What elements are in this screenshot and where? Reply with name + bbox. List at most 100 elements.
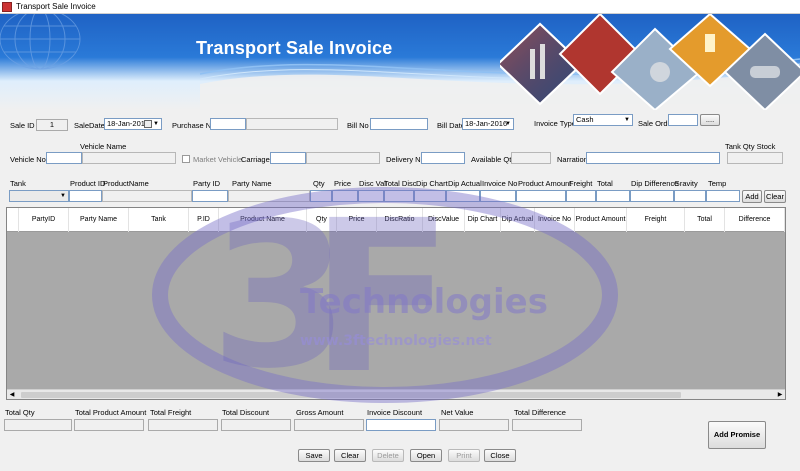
chevron-down-icon[interactable]: ▼: [152, 119, 160, 129]
tank-qty-stock-field: [727, 152, 783, 164]
purchase-no-input[interactable]: [210, 118, 246, 130]
col-difference[interactable]: Difference: [725, 208, 785, 232]
col-product-name[interactable]: Product Name: [219, 208, 307, 232]
dip-actual-input[interactable]: [446, 190, 480, 202]
total-difference-label: Total Difference: [514, 408, 566, 417]
qty-input[interactable]: [310, 190, 332, 202]
sale-date-value: 18-Jan-2016: [107, 119, 150, 128]
disc-val-input[interactable]: [358, 190, 384, 202]
carriage-input[interactable]: [270, 152, 306, 164]
scroll-right-icon[interactable]: ▶: [775, 390, 785, 399]
net-value-label: Net Value: [441, 408, 474, 417]
save-button[interactable]: Save: [298, 449, 330, 462]
sale-id-field: 1: [36, 119, 68, 131]
delivery-no-input[interactable]: [421, 152, 465, 164]
chevron-down-icon[interactable]: ▼: [623, 115, 631, 125]
entry-product-name-label: ProductName: [103, 179, 149, 188]
col-disc-value[interactable]: DiscValue: [423, 208, 465, 232]
fuel-photos-graphic: [500, 14, 800, 110]
bill-date-picker[interactable]: 18-Jan-2016 ▼: [462, 118, 514, 130]
entry-party-id-label: Party ID: [193, 179, 221, 188]
market-vehicle-checkbox[interactable]: [182, 155, 190, 163]
bill-date-value: 18-Jan-2016: [465, 119, 508, 128]
market-vehicle-label: Market Vehicle: [193, 155, 243, 164]
invoice-discount-label: Invoice Discount: [367, 408, 423, 417]
add-promise-button[interactable]: Add Promise: [708, 421, 766, 449]
product-id-input[interactable]: [69, 190, 102, 202]
open-button[interactable]: Open: [410, 449, 442, 462]
col-dip-actual[interactable]: Dip Actual: [501, 208, 535, 232]
grid-horizontal-scrollbar[interactable]: ◀ ▶: [7, 389, 785, 399]
vehicle-name-field: [82, 152, 176, 164]
gross-amount-field: [294, 419, 364, 431]
col-party-name[interactable]: Party Name: [69, 208, 129, 232]
window-titlebar: Transport Sale Invoice: [0, 0, 800, 14]
narration-input[interactable]: [586, 152, 720, 164]
price-input[interactable]: [332, 190, 358, 202]
dip-chart-input[interactable]: [414, 190, 446, 202]
sale-order-input[interactable]: [668, 114, 698, 126]
available-qty-field: [511, 152, 551, 164]
carriage-name-field: [306, 152, 380, 164]
col-product-amount[interactable]: Product Amount: [575, 208, 627, 232]
watermark-website: www.3ftechnologies.net: [300, 333, 492, 349]
chevron-down-icon[interactable]: ▼: [504, 119, 512, 129]
clear-button[interactable]: Clear: [334, 449, 366, 462]
temp-input[interactable]: [706, 190, 740, 202]
app-icon: [2, 2, 12, 12]
total-discount-label: Total Discount: [222, 408, 270, 417]
freight-input[interactable]: [566, 190, 596, 202]
tank-qty-stock-label: Tank Qty Stock: [725, 142, 776, 151]
globe-graphic: [0, 14, 81, 70]
gross-amount-label: Gross Amount: [296, 408, 344, 417]
invoice-no-input[interactable]: [480, 190, 516, 202]
sale-id-label: Sale ID: [10, 121, 35, 130]
col-price[interactable]: Price: [337, 208, 377, 232]
delete-button[interactable]: Delete: [372, 449, 404, 462]
invoice-discount-input[interactable]: [366, 419, 436, 431]
tank-select[interactable]: ▼: [9, 190, 69, 202]
sale-order-browse-button[interactable]: ....: [700, 114, 720, 126]
chevron-down-icon[interactable]: ▼: [59, 191, 67, 201]
entry-price-label: Price: [334, 179, 352, 188]
sale-date-picker[interactable]: 18-Jan-2016 ▼: [104, 118, 162, 130]
col-freight[interactable]: Freight: [627, 208, 685, 232]
scrollbar-thumb[interactable]: [21, 392, 681, 398]
window-title: Transport Sale Invoice: [16, 2, 96, 11]
col-invoice-no[interactable]: Invoice No: [535, 208, 575, 232]
vehicle-name-label: Vehicle Name: [80, 142, 127, 151]
party-name-field: [228, 190, 310, 202]
close-button[interactable]: Close: [484, 449, 516, 462]
calendar-icon[interactable]: [144, 120, 152, 128]
clear-row-button[interactable]: Clear: [764, 190, 786, 203]
add-row-button[interactable]: Add: [742, 190, 762, 203]
col-product-id[interactable]: P.ID: [189, 208, 219, 232]
scroll-left-icon[interactable]: ◀: [7, 390, 17, 399]
entry-total-label: Total: [597, 179, 613, 188]
invoice-type-select[interactable]: Cash ▼: [573, 114, 633, 126]
total-freight-label: Total Freight: [150, 408, 192, 417]
col-tank[interactable]: Tank: [129, 208, 189, 232]
col-disc-ratio[interactable]: DiscRatio: [377, 208, 423, 232]
delivery-no-label: Delivery No: [386, 155, 425, 164]
total-product-amount-label: Total Product Amount: [75, 408, 147, 417]
total-input[interactable]: [596, 190, 630, 202]
entry-freight-label: Freight: [569, 179, 593, 188]
product-name-field: [102, 190, 192, 202]
dip-difference-input[interactable]: [630, 190, 674, 202]
header-banner: Transport Sale Invoice: [0, 14, 800, 110]
print-button[interactable]: Print: [448, 449, 480, 462]
party-id-input[interactable]: [192, 190, 228, 202]
gravity-input[interactable]: [674, 190, 706, 202]
entry-product-id-label: Product ID: [70, 179, 106, 188]
bill-no-input[interactable]: [370, 118, 428, 130]
vehicle-no-input[interactable]: [46, 152, 82, 164]
sale-date-label: SaleDate: [74, 121, 105, 130]
col-dip-chart[interactable]: Dip Chart: [465, 208, 501, 232]
product-amount-input[interactable]: [516, 190, 566, 202]
col-party-id[interactable]: PartyID: [19, 208, 69, 232]
col-qty[interactable]: Qty: [307, 208, 337, 232]
total-disc-input[interactable]: [384, 190, 414, 202]
narration-label: Narration: [557, 155, 588, 164]
col-total[interactable]: Total: [685, 208, 725, 232]
